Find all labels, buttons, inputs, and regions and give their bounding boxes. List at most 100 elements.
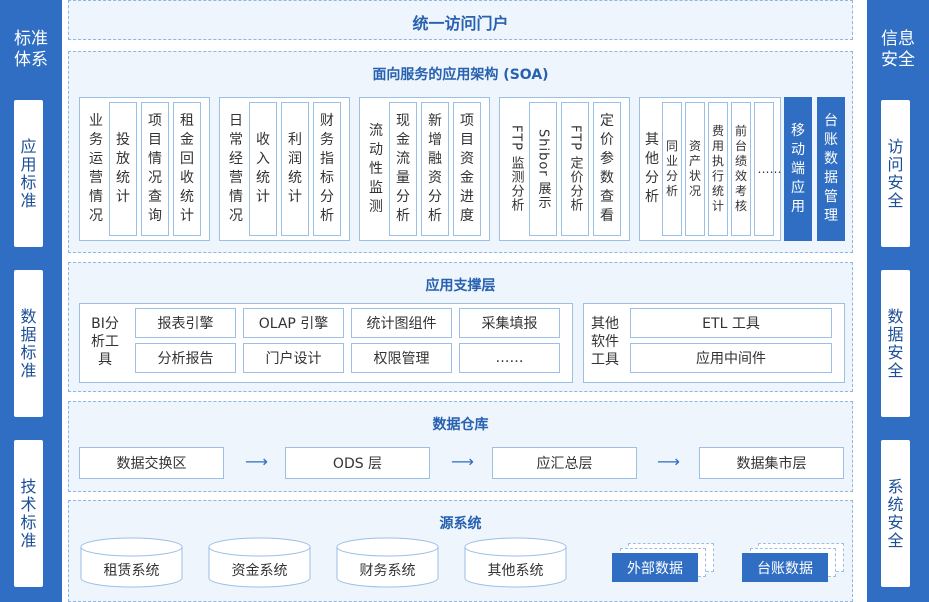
security-title: 信息安全 [867, 29, 929, 71]
soa-item: 财务指标分析 [313, 102, 341, 236]
warehouse-panel: 数据仓库 数据交换区 ⟶ ODS 层 ⟶ 应汇总层 ⟶ 数据集市层 [68, 401, 853, 492]
portal-title: 统一访问门户 [412, 14, 509, 33]
soa-item: 租金回收统计 [173, 102, 201, 236]
data-standard-label: 数据标准 [20, 306, 37, 380]
data-security-label: 数据安全 [887, 306, 904, 380]
tech-standard: 技术标准 [14, 440, 43, 587]
soa-item: 利润统计 [281, 102, 309, 236]
soa-item-label: FTP 定价分析 [567, 125, 583, 213]
warehouse-layer: 数据交换区 [79, 447, 224, 479]
mobile-app-block: 移动端应用 [784, 97, 812, 241]
security-title-text: 信息安全 [881, 29, 915, 70]
ledger-mgmt-block: 台账数据管理 [817, 97, 845, 241]
soa-item: 项目情况查询 [141, 102, 169, 236]
warehouse-layer: ODS 层 [285, 447, 430, 479]
soa-item: FTP 定价分析 [561, 102, 589, 236]
soa-item: 资产状况 [685, 102, 705, 236]
access-security-label: 访问安全 [887, 136, 904, 210]
soa-item-label: 日常经营情况 [229, 113, 243, 224]
other-item: 应用中间件 [630, 343, 832, 373]
other-tools-label-text: 其他软件工具 [591, 316, 619, 368]
soa-item: 流动性监测 [365, 102, 387, 236]
warehouse-layer: 数据集市层 [699, 447, 844, 479]
tech-standard-label: 技术标准 [20, 476, 37, 550]
soa-item: 投放统计 [109, 102, 137, 236]
bi-item: 统计图组件 [351, 308, 452, 338]
soa-item: 其他分析 [643, 102, 661, 236]
source-system-label: 财务系统 [359, 563, 416, 579]
soa-item-label: 费用执行统计 [711, 124, 724, 213]
bi-item: 采集填报 [459, 308, 560, 338]
other-item: ETL 工具 [630, 308, 832, 338]
source-system-label: 资金系统 [231, 563, 288, 579]
soa-item-label: 同业分析 [665, 139, 678, 198]
soa-item-label: 租金回收统计 [180, 113, 194, 224]
soa-item-label: …… [757, 161, 782, 176]
source-system: 资金系统 [208, 537, 311, 589]
portal-panel: 统一访问门户 [68, 0, 853, 40]
other-tools-label: 其他软件工具 [589, 309, 625, 375]
arrow-icon: ⟶ [451, 452, 474, 471]
soa-item-label: 财务指标分析 [320, 113, 334, 224]
app-standard: 应用标准 [14, 100, 43, 247]
architecture-diagram: { "left_bar": { "title": "标准体系", "items"… [0, 0, 929, 602]
soa-item-label: 项目资金进度 [460, 113, 474, 224]
soa-title: 面向服务的应用架构 (SOA) [372, 67, 549, 83]
source-panel: 源系统 租赁系统 资金系统 财务系统 其他系统 外部数据 台账数据 [68, 500, 853, 602]
system-security: 系统安全 [881, 440, 910, 587]
app-standard-label: 应用标准 [20, 136, 37, 210]
standards-title: 标准体系 [0, 29, 62, 71]
soa-item-label: 业务运营情况 [89, 113, 103, 224]
soa-item: Shibor 展示 [529, 102, 557, 236]
soa-item: 同业分析 [662, 102, 682, 236]
soa-item: 业务运营情况 [85, 102, 107, 236]
bi-item: 权限管理 [351, 343, 452, 373]
soa-item-label: 收入统计 [256, 132, 270, 205]
soa-item: 项目资金进度 [453, 102, 481, 236]
soa-item-label: 投放统计 [116, 132, 130, 205]
warehouse-layer: 应汇总层 [492, 447, 637, 479]
source-system: 财务系统 [336, 537, 439, 589]
bi-item: 报表引擎 [135, 308, 236, 338]
soa-item-label: 现金流量分析 [396, 113, 410, 224]
soa-item-label: 新增融资分析 [428, 113, 442, 224]
bi-item: OLAP 引擎 [243, 308, 344, 338]
system-security-label: 系统安全 [887, 476, 904, 550]
soa-item: 收入统计 [249, 102, 277, 236]
bi-item: 门户设计 [243, 343, 344, 373]
source-title: 源系统 [439, 516, 482, 532]
soa-item: 日常经营情况 [225, 102, 247, 236]
soa-item-label: 项目情况查询 [148, 113, 162, 224]
standards-bar: 标准体系 应用标准 数据标准 技术标准 [0, 0, 62, 602]
soa-item: 现金流量分析 [389, 102, 417, 236]
data-standard: 数据标准 [14, 270, 43, 417]
soa-item-label: 利润统计 [288, 132, 302, 205]
soa-item: 新增融资分析 [421, 102, 449, 236]
bi-item: …… [459, 343, 560, 373]
source-system-label: 其他系统 [487, 563, 544, 579]
soa-item-label: 定价参数查看 [600, 113, 614, 224]
soa-item-label: 资产状况 [688, 139, 701, 198]
security-bar: 信息安全 访问安全 数据安全 系统安全 [867, 0, 929, 602]
source-system: 租赁系统 [80, 537, 183, 589]
source-system-label: 租赁系统 [103, 563, 160, 579]
access-security: 访问安全 [881, 100, 910, 247]
soa-panel: 面向服务的应用架构 (SOA) 业务运营情况 投放统计 项目情况查询 租金回收统… [68, 51, 853, 253]
bi-item: 分析报告 [135, 343, 236, 373]
external-data-stack: 外部数据 [612, 543, 716, 587]
soa-item-label: Shibor 展示 [535, 128, 551, 210]
soa-item-label: 其他分析 [645, 132, 659, 205]
soa-item-label: FTP 监测分析 [508, 125, 524, 213]
soa-item: 费用执行统计 [708, 102, 728, 236]
support-panel: 应用支撑层 BI分析工具 报表引擎 OLAP 引擎 统计图组件 采集填报 分析报… [68, 262, 853, 392]
external-data-label: 外部数据 [612, 553, 698, 582]
standards-title-text: 标准体系 [14, 29, 48, 70]
soa-item: FTP 监测分析 [505, 102, 527, 236]
ledger-data-stack: 台账数据 [742, 543, 846, 587]
soa-item-label: 前台绩效考核 [734, 124, 747, 213]
soa-item: 定价参数查看 [593, 102, 621, 236]
data-security: 数据安全 [881, 270, 910, 417]
bi-tools-label-text: BI分析工具 [91, 316, 119, 368]
arrow-icon: ⟶ [245, 452, 268, 471]
mobile-app-label: 移动端应用 [791, 122, 805, 215]
